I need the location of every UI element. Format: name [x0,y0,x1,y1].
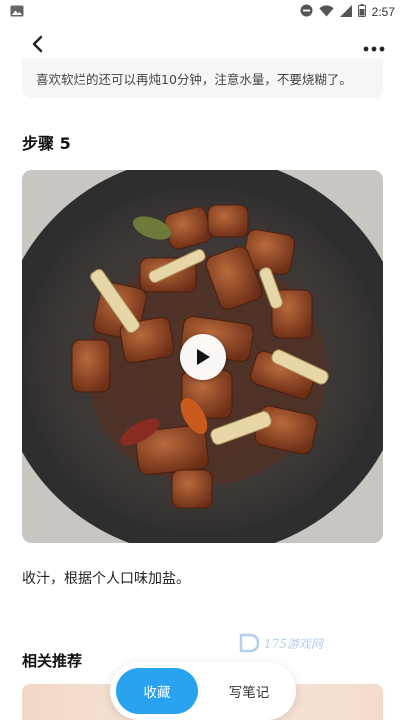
collect-button[interactable]: 收藏 [116,668,198,714]
wifi-icon [318,4,334,20]
step-title: 步骤 5 [22,134,71,153]
chevron-left-icon [31,35,43,57]
previous-step-text: 喜欢软烂的还可以再炖10分钟，注意水量，不要烧糊了。 [36,71,352,87]
more-horizontal-icon [363,37,385,56]
signal-icon [339,4,352,20]
do-not-disturb-icon [300,4,313,20]
watermark-icon [239,633,260,653]
status-time: 2:57 [371,5,395,19]
gallery-icon [10,5,24,20]
step-video[interactable] [22,170,383,543]
status-bar: 2:57 [0,0,405,24]
battery-icon [357,4,366,20]
play-button[interactable] [180,334,226,380]
bottom-action-bar: 收藏 写笔记 [110,662,296,720]
previous-step-card: 喜欢软烂的还可以再炖10分钟，注意水量，不要烧糊了。 [22,58,383,98]
watermark-text: 175游戏网 [264,636,323,651]
step-description: 收汁，根据个人口味加盐。 [22,571,190,587]
back-button[interactable] [22,31,52,61]
more-button[interactable] [359,31,389,61]
status-icons: 2:57 [300,4,395,20]
write-note-button[interactable]: 写笔记 [208,668,290,714]
related-title: 相关推荐 [22,652,83,670]
watermark-logo: 175游戏网 [238,628,358,658]
play-icon [195,348,211,366]
